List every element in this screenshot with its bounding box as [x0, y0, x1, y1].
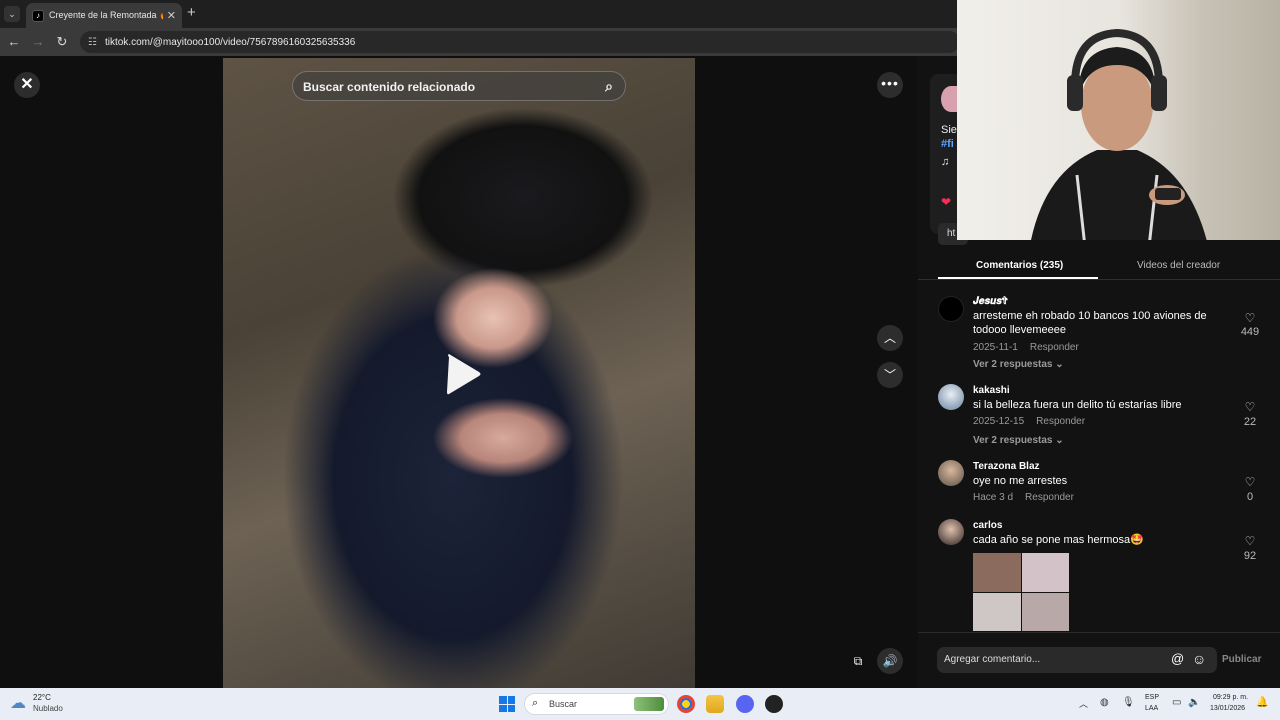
previous-video-button[interactable]: ︿ [877, 325, 903, 351]
comment-username[interactable]: kakashi [973, 385, 1010, 396]
comment-date: 2025-11-1 [973, 342, 1018, 353]
search-highlight-image [634, 697, 664, 711]
speaker-icon[interactable]: 🔈 [1188, 697, 1200, 708]
reply-button[interactable]: Responder [1025, 492, 1074, 503]
heart-icon[interactable]: ♡ [1235, 475, 1265, 489]
mention-icon[interactable]: @ [1171, 651, 1184, 666]
comment-date: 2025-12-15 [973, 416, 1025, 427]
heart-icon[interactable]: ♡ [1235, 311, 1265, 325]
taskbar-search[interactable]: ⌕ Buscar [524, 693, 669, 715]
more-options-button[interactable]: ••• [877, 72, 903, 98]
comment-text: oye no me arrestes [973, 475, 1068, 487]
close-tab-icon[interactable]: ✕ [167, 9, 176, 22]
comment-meta: Hace 3 d Responder [973, 492, 1074, 503]
comment-image[interactable] [973, 553, 1069, 631]
play-icon[interactable] [443, 353, 483, 395]
display-icon[interactable]: ▭ [1172, 697, 1181, 708]
streamer-image [1031, 28, 1207, 240]
url-text: tiktok.com/@mayitooo100/video/7567896160… [104, 36, 356, 48]
forward-button[interactable]: → [28, 32, 48, 52]
search-icon[interactable]: ⌕ [605, 78, 613, 95]
next-video-button[interactable]: ﹀ [877, 362, 903, 388]
avatar[interactable] [938, 384, 964, 410]
heart-icon[interactable]: ♡ [1235, 400, 1265, 414]
like-count: 92 [1243, 550, 1257, 562]
weather-description[interactable]: Nublado [33, 704, 63, 713]
close-video-button[interactable]: ✕ [14, 72, 40, 98]
comment-username[interactable]: Terazona Blaz [973, 461, 1040, 472]
comment-text: cada año se pone mas hermosa🤩 [973, 534, 1144, 546]
like-count: 22 [1243, 416, 1257, 428]
tiktok-icon: ♪ [32, 9, 44, 22]
reload-button[interactable]: ↻ [52, 32, 72, 52]
comment-text: arresteme eh robado 10 bancos 100 avione… [973, 310, 1207, 336]
chrome-icon[interactable] [677, 695, 695, 713]
avatar[interactable] [938, 519, 964, 545]
music-icon[interactable]: ♫ [941, 156, 949, 168]
discord-icon[interactable] [736, 695, 754, 713]
clock-date[interactable]: 13/01/2026 [1210, 705, 1245, 712]
new-tab-button[interactable]: + [187, 4, 196, 21]
address-bar[interactable]: ☷ tiktok.com/@mayitooo100/video/75678961… [80, 31, 960, 53]
taskbar-search-label: Buscar [549, 699, 578, 709]
show-hidden-icons-icon[interactable]: ︿ [1079, 697, 1088, 710]
view-replies-button[interactable]: Ver 2 respuestas ⌄ [973, 435, 1064, 446]
comment-username[interactable]: carlos [973, 520, 1002, 531]
tab-creator-videos[interactable]: Videos del creador [1137, 260, 1220, 271]
view-replies-button[interactable]: Ver 2 respuestas ⌄ [973, 359, 1064, 370]
language-indicator[interactable]: ESP [1145, 694, 1159, 701]
active-tab-indicator [938, 277, 1098, 279]
search-placeholder: Buscar contenido relacionado [303, 80, 476, 94]
comment-image-tile [973, 592, 1021, 631]
windows-start-icon[interactable] [499, 696, 515, 712]
tab-list-button[interactable]: ⌄ [4, 6, 20, 22]
comment-image-tile [1021, 592, 1069, 631]
obs-icon[interactable] [765, 695, 783, 713]
comment-meta: 2025-12-15 Responder [973, 416, 1085, 427]
emoji-icon[interactable]: ☺ [1192, 651, 1206, 667]
keyboard-layout-indicator[interactable]: LAA [1145, 705, 1158, 712]
reply-button[interactable]: Responder [1030, 342, 1079, 353]
comment-date: Hace 3 d [973, 492, 1014, 503]
reply-button[interactable]: Responder [1036, 416, 1085, 427]
heart-icon[interactable]: ♡ [1235, 534, 1265, 548]
comment-image-tile [1021, 553, 1069, 592]
comment-text: si la belleza fuera un delito tú estaría… [973, 399, 1182, 411]
cloud-icon[interactable]: ☁ [10, 693, 26, 713]
notification-bell-icon[interactable]: 🔔 [1256, 697, 1268, 708]
search-icon: ⌕ [532, 697, 539, 709]
tab-comments[interactable]: Comentarios (235) [976, 260, 1063, 271]
clock-time[interactable]: 09:29 p. m. [1213, 694, 1248, 701]
avatar[interactable] [938, 296, 964, 322]
video-hashtag[interactable]: #fi [941, 138, 954, 150]
site-info-icon[interactable]: ☷ [88, 37, 97, 48]
comment-image-tile [973, 553, 1021, 592]
back-button[interactable]: ← [4, 32, 24, 52]
webcam-overlay [957, 0, 1280, 240]
file-explorer-icon[interactable] [706, 695, 724, 713]
publish-button[interactable]: Publicar [1222, 654, 1261, 665]
picture-in-picture-icon[interactable]: ⧉ [845, 648, 871, 674]
heart-icon[interactable]: ❤ [941, 195, 951, 209]
tab-title: Creyente de la Remontada 🔥 [49, 10, 163, 20]
weather-temperature[interactable]: 22°C [33, 693, 51, 702]
network-tray-icon[interactable]: ◍ [1100, 697, 1109, 708]
related-search-input[interactable]: Buscar contenido relacionado ⌕ [292, 71, 626, 101]
microphone-icon[interactable]: 🎙 [1122, 697, 1135, 708]
like-count: 0 [1246, 491, 1254, 503]
comment-meta: 2025-11-1 Responder [973, 342, 1079, 353]
avatar[interactable] [938, 460, 964, 486]
volume-icon[interactable]: 🔊 [877, 648, 903, 674]
browser-tab[interactable]: ♪ Creyente de la Remontada 🔥 ✕ [26, 3, 182, 28]
comment-username[interactable]: 𝑱𝒆𝒔𝒖𝒔✞ [973, 296, 1008, 307]
video-description: Sie [941, 124, 957, 136]
like-count: 449 [1240, 326, 1260, 338]
comments-tabs [918, 252, 1280, 280]
